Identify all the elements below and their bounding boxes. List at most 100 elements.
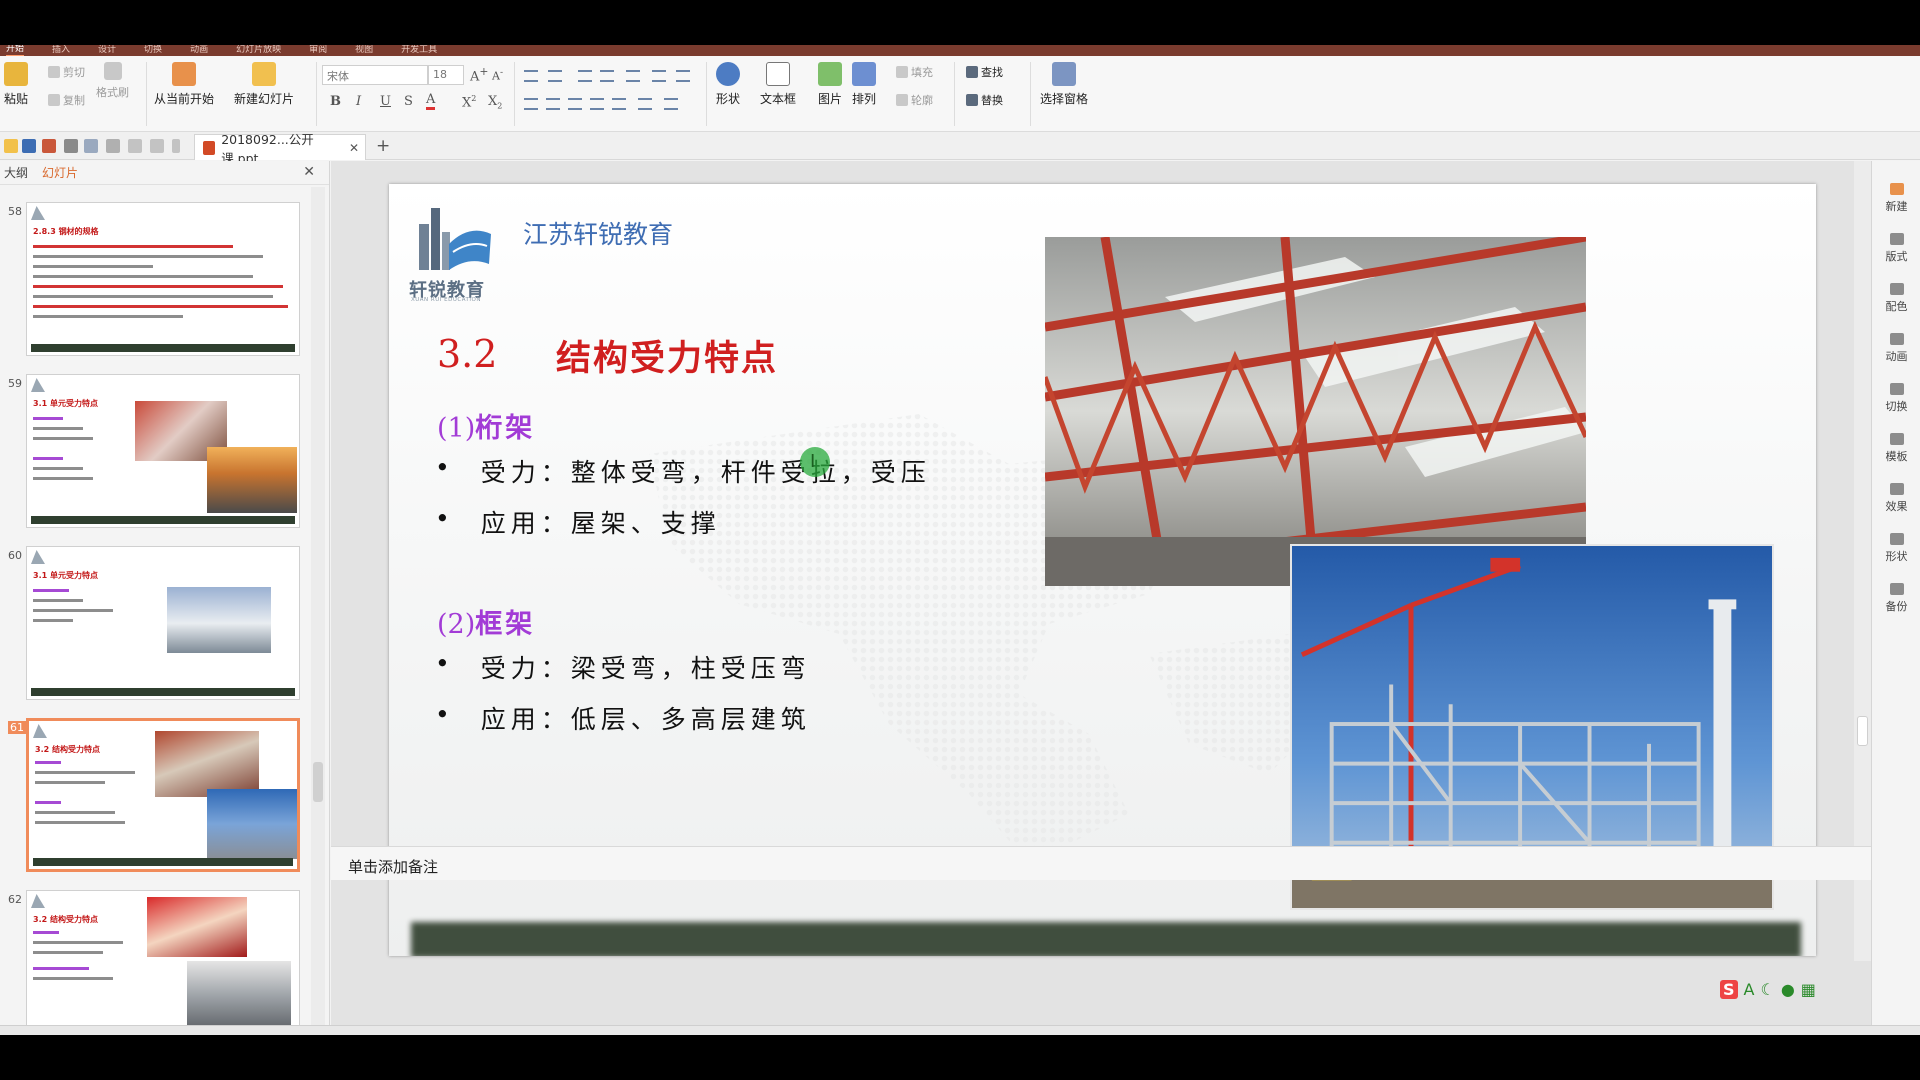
taskpane-animation[interactable]: 动画 <box>1872 333 1920 364</box>
slide-title[interactable]: 结构受力特点 <box>556 330 778 381</box>
section-heading-frame[interactable]: (2)框架 <box>437 602 535 641</box>
align-center-icon[interactable] <box>546 98 560 110</box>
copy-button[interactable]: 复制 <box>48 92 85 108</box>
cut-button[interactable]: 剪切 <box>48 64 85 80</box>
editor-scrollbar[interactable] <box>1854 161 1871 961</box>
taskpane-color[interactable]: 配色 <box>1872 283 1920 314</box>
divider <box>706 62 707 126</box>
paste-button[interactable]: 粘贴 <box>4 62 28 107</box>
align-left-icon[interactable] <box>524 98 538 110</box>
bullet-item[interactable]: • 应用：低层、多高层建筑 <box>435 700 811 736</box>
slide-thumbnail[interactable]: 3.2 结构受力特点 <box>26 890 300 1030</box>
font-name-select[interactable]: 宋体 <box>322 65 428 85</box>
menu-tab-design[interactable]: 设计 <box>98 45 116 56</box>
subscript-icon[interactable]: X2 <box>488 94 502 111</box>
thumbnail-number: 61 <box>8 721 26 734</box>
menu-tab-animation[interactable]: 动画 <box>190 45 208 56</box>
underline-icon[interactable]: U <box>380 94 391 109</box>
document-tab[interactable]: 2018092...公开课.ppt ✕ <box>194 132 366 166</box>
sogou-icon: S <box>1720 980 1738 999</box>
undo-icon[interactable] <box>128 139 142 153</box>
text-direction-icon[interactable] <box>676 70 690 82</box>
font-color-icon[interactable]: A <box>426 92 436 110</box>
close-tab-icon[interactable]: ✕ <box>349 141 359 155</box>
taskpane-template[interactable]: 模板 <box>1872 433 1920 464</box>
tab-slides[interactable]: 幻灯片 <box>42 164 78 181</box>
align-right-icon[interactable] <box>568 98 582 110</box>
save-icon[interactable] <box>22 139 36 153</box>
slide-thumbnail[interactable]: 3.1 单元受力特点 <box>26 546 300 700</box>
print-preview-icon[interactable] <box>84 139 98 153</box>
decrease-indent-icon[interactable] <box>578 70 592 82</box>
scrollbar-thumb[interactable] <box>313 762 323 802</box>
new-tab-icon[interactable]: + <box>376 136 390 156</box>
columns-icon[interactable] <box>652 70 666 82</box>
arrange-button[interactable]: 排列 <box>852 62 876 107</box>
bullet-item[interactable]: • 受力：梁受弯，柱受压弯 <box>435 649 811 685</box>
shrink-font-icon[interactable]: A- <box>492 67 503 83</box>
menu-tab-slideshow[interactable]: 幻灯片放映 <box>236 45 281 56</box>
play-from-current-button[interactable]: 从当前开始 <box>154 62 214 107</box>
menu-tab-transition[interactable]: 切换 <box>144 45 162 56</box>
bullet-list-icon[interactable] <box>524 70 538 82</box>
open-icon[interactable] <box>4 139 18 153</box>
taskpane-shapes[interactable]: 形状 <box>1872 533 1920 564</box>
slide-thumbnail-selected[interactable]: 3.2 结构受力特点 <box>26 718 300 872</box>
truss-roof-photo[interactable] <box>1045 237 1586 586</box>
justify-icon[interactable] <box>590 98 604 110</box>
slide[interactable]: 轩锐教育 XUAN RUI EDUCATION 江苏轩锐教育 3.2 结构受力特… <box>389 184 1816 956</box>
taskpane-backup[interactable]: 备份 <box>1872 583 1920 614</box>
close-panel-icon[interactable]: ✕ <box>303 164 315 180</box>
bullet-item[interactable]: • 受力：整体受弯，杆件受拉，受压 <box>435 453 931 489</box>
tab-outline[interactable]: 大纲 <box>4 164 28 181</box>
slide-thumbnail[interactable]: 2.8.3 钢材的规格 <box>26 202 300 356</box>
bullet-item[interactable]: • 应用：屋架、支撑 <box>435 504 721 540</box>
menu-tab-view[interactable]: 视图 <box>355 45 373 56</box>
outline-button[interactable]: 轮廓 <box>896 92 933 108</box>
shape-button[interactable]: 形状 <box>716 62 740 107</box>
effects-icon <box>1889 483 1904 495</box>
paragraph-settings-icon[interactable] <box>664 98 678 110</box>
menu-tab-insert[interactable]: 插入 <box>52 45 70 56</box>
print-icon[interactable] <box>64 139 78 153</box>
italic-icon[interactable]: I <box>356 94 361 109</box>
section-heading-truss[interactable]: (1)桁架 <box>437 406 535 445</box>
picture-button[interactable]: 图片 <box>818 62 842 107</box>
notes-pane[interactable]: 单击添加备注 <box>331 846 1871 880</box>
slide-thumbnail[interactable]: 3.1 单元受力特点 <box>26 374 300 528</box>
taskpane-layout[interactable]: 版式 <box>1872 233 1920 264</box>
thumbnail-line <box>33 255 263 258</box>
taskpane-new[interactable]: 新建 <box>1872 183 1920 214</box>
new-slide-button[interactable]: 新建幻灯片 <box>234 62 294 107</box>
brand-name[interactable]: 江苏轩锐教育 <box>523 215 673 251</box>
slide-title-number[interactable]: 3.2 <box>437 332 497 376</box>
menu-tab-review[interactable]: 审阅 <box>309 45 327 56</box>
taskpane-transition[interactable]: 切换 <box>1872 383 1920 414</box>
selection-pane-button[interactable]: 选择窗格 <box>1040 62 1088 107</box>
line-spacing-icon[interactable] <box>626 70 640 82</box>
spellcheck-icon[interactable] <box>106 139 120 153</box>
find-button[interactable]: 查找 <box>966 64 1003 80</box>
taskpane-effects[interactable]: 效果 <box>1872 483 1920 514</box>
input-method-toolbar[interactable]: S A ☾ ● ▦ <box>1720 980 1816 999</box>
superscript-icon[interactable]: X2 <box>462 94 476 110</box>
shadow-icon[interactable]: S <box>404 94 413 109</box>
redo-icon[interactable] <box>150 139 164 153</box>
numbered-list-icon[interactable] <box>548 70 562 82</box>
format-painter-button[interactable]: 格式刷 <box>96 62 129 100</box>
paragraph-spacing-icon[interactable] <box>638 98 652 110</box>
textbox-button[interactable]: 文本框 <box>760 62 796 107</box>
replace-button[interactable]: 替换 <box>966 92 1003 108</box>
pdf-icon[interactable] <box>42 139 56 153</box>
increase-indent-icon[interactable] <box>600 70 614 82</box>
fill-button[interactable]: 填充 <box>896 64 933 80</box>
customize-chevron-icon[interactable] <box>172 139 180 153</box>
keyboard-icon: ▦ <box>1800 980 1816 999</box>
scrollbar-thumb[interactable] <box>1857 716 1868 746</box>
distribute-icon[interactable] <box>612 98 626 110</box>
font-size-select[interactable]: 18 <box>428 65 464 85</box>
menu-tab-developer[interactable]: 开发工具 <box>401 45 437 56</box>
grow-font-icon[interactable]: A+ <box>470 65 488 84</box>
panel-scrollbar[interactable] <box>311 187 325 1027</box>
bold-icon[interactable]: B <box>330 94 341 109</box>
